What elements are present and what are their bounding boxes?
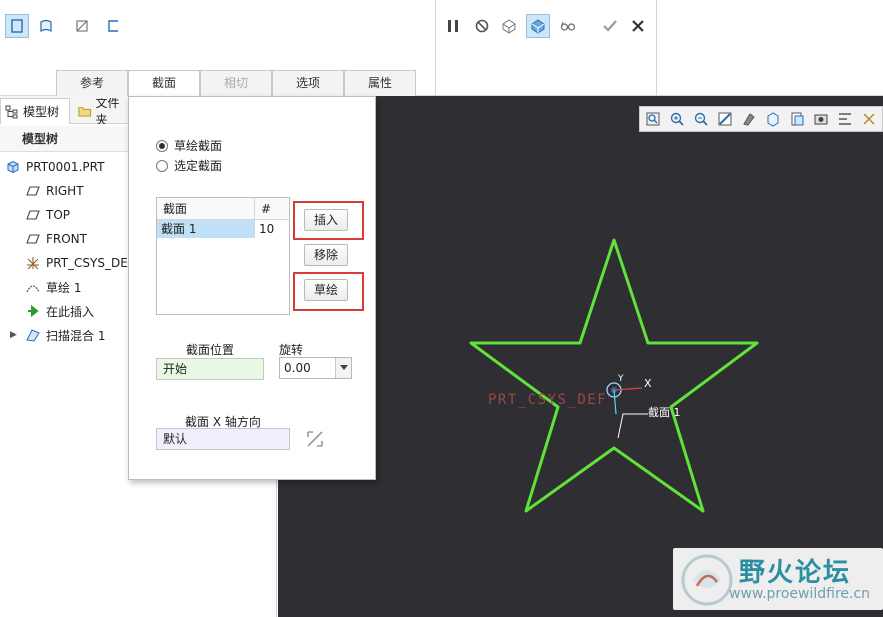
tab-model-tree-label: 模型树 bbox=[23, 105, 60, 119]
part-icon bbox=[7, 160, 19, 174]
radio-sketched-sections[interactable]: 草绘截面 bbox=[156, 137, 222, 154]
radio-label: 选定截面 bbox=[174, 159, 223, 173]
sketch-icon bbox=[26, 285, 40, 293]
section-xaxis-field[interactable]: 默认 bbox=[156, 428, 290, 450]
radio-label: 草绘截面 bbox=[174, 139, 223, 153]
section-location-label: 截面位置 bbox=[186, 343, 235, 357]
pause-icon[interactable] bbox=[441, 14, 465, 38]
chevron-down-icon[interactable] bbox=[335, 358, 351, 378]
tab-tangency[interactable]: 相切 bbox=[200, 70, 272, 96]
model-tree-icon bbox=[5, 105, 18, 118]
tree-item-label: TOP bbox=[46, 208, 71, 222]
tree-item-right[interactable]: RIGHT bbox=[26, 180, 84, 202]
tree-item-label: PRT0001.PRT bbox=[26, 160, 105, 174]
star-sketch-section bbox=[469, 238, 759, 513]
watermark-title: 野火论坛 bbox=[739, 558, 852, 588]
sections-panel: 草绘截面 选定截面 截面 # 截面 1 10 插入 移除 草绘 截面位置 开始 … bbox=[128, 96, 376, 480]
insert-button[interactable]: 插入 bbox=[304, 209, 348, 231]
tree-item-label: 在此插入 bbox=[46, 304, 95, 319]
csys-label: PRT_CSYS_DEF bbox=[488, 392, 607, 408]
insert-here-arrow-icon bbox=[28, 304, 39, 318]
tree-item-swept-blend[interactable]: ▶ 扫描混合 1 bbox=[10, 324, 105, 346]
forum-watermark: 野火论坛 www.proewildfire.cn bbox=[673, 548, 883, 610]
table-row[interactable]: 截面 1 10 bbox=[157, 220, 289, 238]
forum-logo-icon bbox=[681, 554, 733, 606]
tab-folder-browser[interactable]: 文件夹 bbox=[74, 98, 130, 124]
section-count-cell[interactable]: 10 bbox=[255, 220, 289, 238]
csys-glyph bbox=[606, 382, 643, 415]
tree-item-label: RIGHT bbox=[46, 184, 84, 198]
datum-plane-icon bbox=[26, 234, 40, 244]
tab-model-tree[interactable]: 模型树 bbox=[0, 98, 70, 124]
radio-selected-sections[interactable]: 选定截面 bbox=[156, 157, 222, 174]
glasses-preview-icon[interactable] bbox=[556, 14, 580, 38]
tree-item-sketch[interactable]: 草绘 1 bbox=[26, 276, 81, 298]
rotation-label: 旋转 bbox=[279, 343, 304, 357]
verify-mode-icon[interactable] bbox=[526, 14, 550, 38]
ribbon-separator bbox=[435, 0, 436, 96]
tree-item-label: 扫描混合 1 bbox=[46, 328, 106, 343]
sections-table: 截面 # 截面 1 10 bbox=[156, 197, 290, 315]
tree-item-csys[interactable]: PRT_CSYS_DEF bbox=[26, 252, 135, 274]
sketch-button[interactable]: 草绘 bbox=[304, 279, 348, 301]
tab-folder-browser-label: 文件夹 bbox=[95, 98, 120, 124]
checkmark-ok-icon[interactable] bbox=[598, 14, 622, 38]
table-header: 截面 # bbox=[157, 198, 289, 220]
section-name-cell[interactable]: 截面 1 bbox=[157, 220, 255, 238]
section-location-field[interactable]: 开始 bbox=[156, 358, 264, 380]
ribbon-separator bbox=[656, 0, 657, 96]
rotation-combo[interactable]: 0.00 bbox=[279, 357, 352, 379]
datum-plane-icon bbox=[26, 186, 40, 196]
solid-section-icon[interactable] bbox=[5, 14, 29, 38]
ribbon-toolbar: 参考 截面 相切 选项 属性 bbox=[0, 0, 883, 97]
open-section-icon[interactable] bbox=[101, 14, 125, 38]
folder-icon bbox=[78, 107, 92, 117]
tab-properties[interactable]: 属性 bbox=[344, 70, 416, 96]
no-preview-icon[interactable] bbox=[470, 14, 494, 38]
swept-blend-icon bbox=[26, 329, 40, 342]
tree-item-insert-here[interactable]: 在此插入 bbox=[26, 300, 94, 322]
tab-options[interactable]: 选项 bbox=[272, 70, 344, 96]
section-tag-label: 截面 1 bbox=[648, 405, 681, 419]
radio-indicator[interactable] bbox=[156, 139, 168, 152]
col-number-header: # bbox=[261, 202, 272, 216]
tree-item-label: 草绘 1 bbox=[46, 280, 82, 295]
geometry-preview-icon[interactable] bbox=[497, 14, 521, 38]
col-section-header: 截面 bbox=[157, 198, 255, 219]
flip-xaxis-icon[interactable] bbox=[304, 428, 326, 450]
surface-section-icon[interactable] bbox=[34, 14, 58, 38]
rotation-value: 0.00 bbox=[284, 361, 311, 375]
datum-plane-icon bbox=[26, 210, 40, 220]
close-cancel-icon[interactable] bbox=[626, 14, 650, 38]
tree-item-top[interactable]: TOP bbox=[26, 204, 70, 226]
dashboard-tabs: 参考 截面 相切 选项 属性 bbox=[56, 70, 416, 97]
axis-y-label: Y bbox=[617, 374, 624, 384]
section-tag-leader bbox=[617, 413, 648, 439]
radio-indicator[interactable] bbox=[156, 159, 168, 172]
tree-item-front[interactable]: FRONT bbox=[26, 228, 87, 250]
csys-icon bbox=[27, 257, 39, 270]
tab-sections[interactable]: 截面 bbox=[128, 70, 200, 97]
watermark-url: www.proewildfire.cn bbox=[729, 586, 871, 602]
tab-references[interactable]: 参考 bbox=[56, 70, 128, 96]
tree-item-part[interactable]: PRT0001.PRT bbox=[6, 156, 104, 178]
axis-x-label: X bbox=[644, 377, 652, 390]
tree-item-label: FRONT bbox=[46, 232, 87, 246]
expand-arrow-icon[interactable]: ▶ bbox=[10, 330, 20, 340]
tree-item-label: PRT_CSYS_DEF bbox=[46, 256, 135, 270]
thin-section-icon[interactable] bbox=[70, 14, 94, 38]
remove-button[interactable]: 移除 bbox=[304, 244, 348, 266]
